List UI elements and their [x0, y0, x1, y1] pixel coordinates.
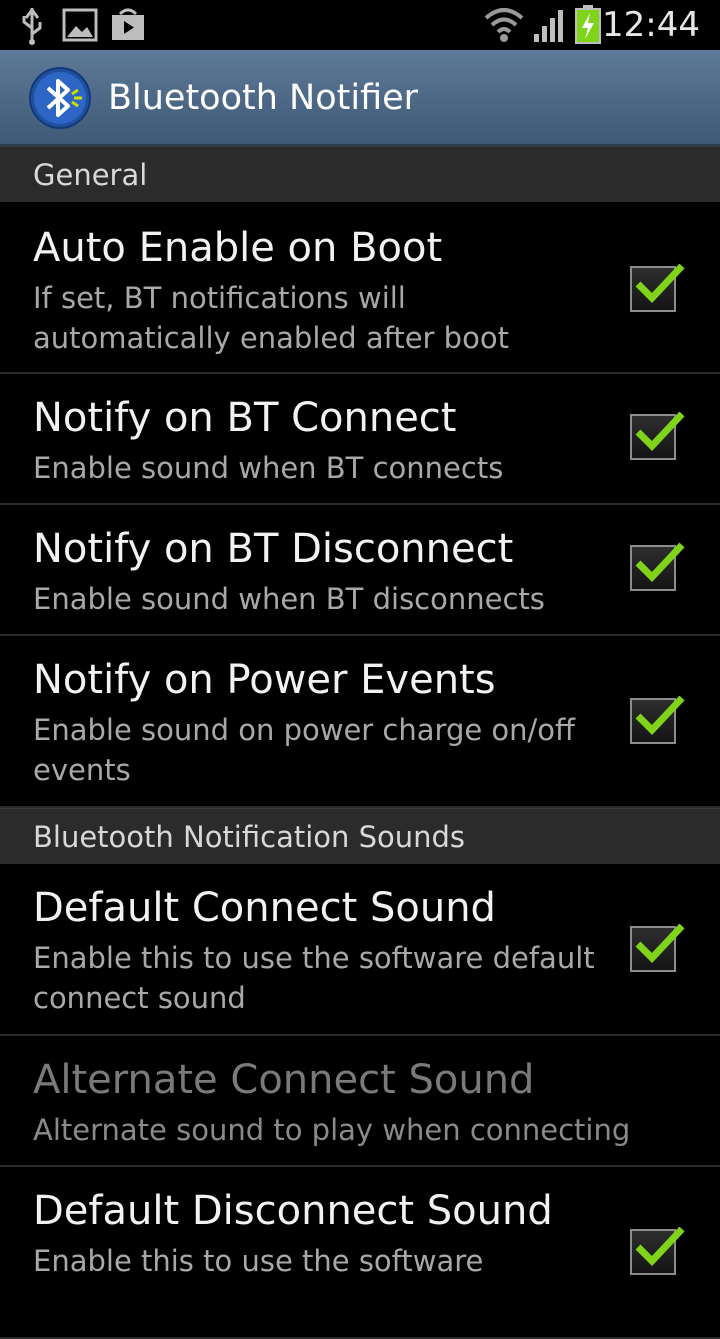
category-bluetooth-notification-sounds: Bluetooth Notification Sounds — [0, 808, 720, 864]
pref-notify-on-bt-disconnect[interactable]: Notify on BT Disconnect Enable sound whe… — [0, 505, 720, 636]
checkbox-auto-enable-on-boot[interactable] — [630, 263, 685, 312]
checkmark-icon — [635, 923, 685, 964]
pref-alternate-connect-sound[interactable]: Alternate Connect Sound Alternate sound … — [0, 1036, 720, 1167]
checkmark-icon — [635, 542, 685, 583]
pref-auto-enable-on-boot[interactable]: Auto Enable on Boot If set, BT notificat… — [0, 202, 720, 374]
pref-title: Notify on BT Disconnect — [33, 526, 514, 572]
checkbox-default-connect-sound[interactable] — [630, 923, 685, 972]
pref-notify-on-bt-connect[interactable]: Notify on BT Connect Enable sound when B… — [0, 374, 720, 505]
checkmark-icon — [635, 263, 685, 304]
pref-summary: If set, BT notifications will automatica… — [33, 281, 509, 355]
checkmark-icon — [635, 695, 685, 736]
checkbox-notify-on-bt-connect[interactable] — [630, 411, 685, 460]
app-title: Bluetooth Notifier — [108, 78, 419, 118]
pref-title: Notify on BT Connect — [33, 395, 457, 441]
pref-title: Alternate Connect Sound — [33, 1057, 535, 1103]
preferences-list: General Auto Enable on Boot If set, BT n… — [0, 146, 720, 1339]
action-bar: Bluetooth Notifier — [0, 50, 720, 146]
category-general: General — [0, 146, 720, 202]
pref-summary: Enable this to use the software — [33, 1244, 484, 1278]
checkmark-icon — [635, 411, 685, 452]
play-store-icon — [112, 8, 144, 40]
pref-title: Default Connect Sound — [33, 885, 496, 931]
pref-summary: Enable this to use the software default … — [33, 941, 595, 1015]
pref-summary: Enable sound when BT disconnects — [33, 582, 545, 616]
pref-summary: Enable sound on power charge on/off even… — [33, 713, 576, 787]
image-icon — [62, 8, 98, 42]
checkmark-icon — [635, 1226, 685, 1267]
checkbox-default-disconnect-sound[interactable] — [630, 1226, 685, 1275]
battery-charging-icon — [575, 5, 601, 44]
checkbox-notify-on-bt-disconnect[interactable] — [630, 542, 685, 591]
pref-title: Default Disconnect Sound — [33, 1188, 553, 1234]
pref-title: Auto Enable on Boot — [33, 225, 443, 271]
pref-summary: Enable sound when BT connects — [33, 451, 504, 485]
pref-default-disconnect-sound[interactable]: Default Disconnect Sound Enable this to … — [0, 1167, 720, 1339]
pref-default-connect-sound[interactable]: Default Connect Sound Enable this to use… — [0, 864, 720, 1036]
bluetooth-speaker-icon — [29, 67, 91, 129]
pref-notify-on-power-events[interactable]: Notify on Power Events Enable sound on p… — [0, 636, 720, 808]
clock-time: 12:44 — [602, 5, 700, 45]
checkbox-notify-on-power-events[interactable] — [630, 695, 685, 744]
wifi-icon — [484, 8, 524, 42]
signal-icon — [534, 10, 563, 42]
usb-icon — [22, 7, 42, 45]
status-bar: 12:44 — [0, 0, 720, 50]
pref-summary: Alternate sound to play when connecting — [33, 1113, 631, 1147]
pref-title: Notify on Power Events — [33, 657, 496, 703]
